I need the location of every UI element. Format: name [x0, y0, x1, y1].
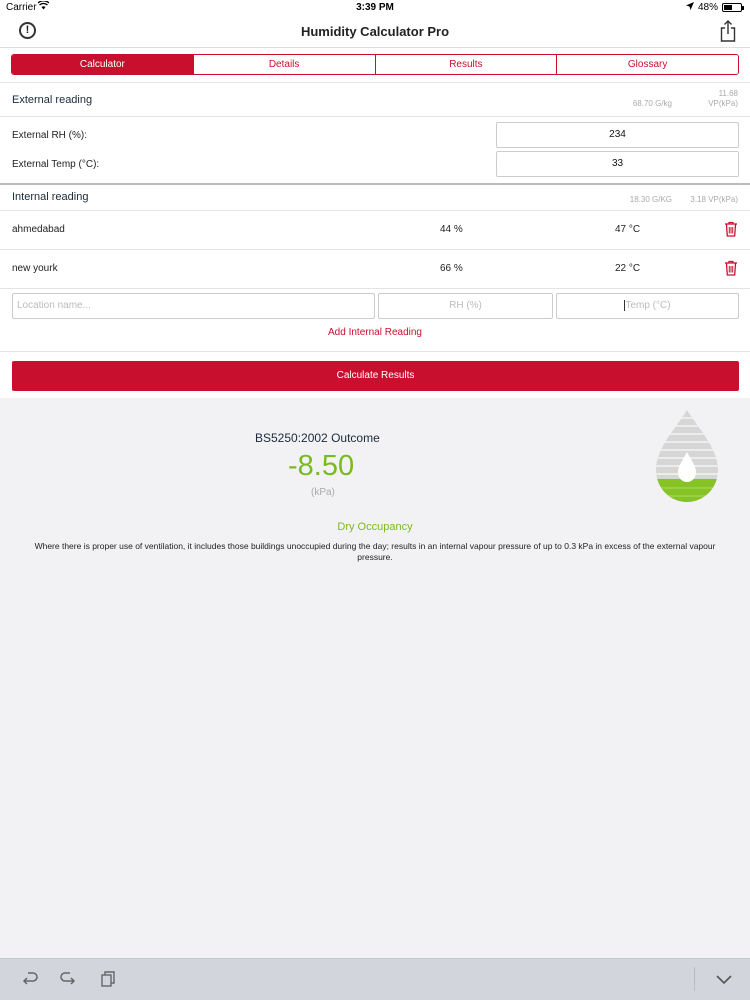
undo-icon[interactable] — [20, 969, 40, 989]
clipboard-icon[interactable] — [98, 969, 118, 989]
location-name-input[interactable]: Location name... — [12, 293, 375, 319]
internal-gkg: 18.30 G/KG — [629, 195, 672, 204]
rh-input[interactable]: RH (%) — [378, 293, 553, 319]
add-internal-reading-link[interactable]: Add Internal Reading — [0, 327, 750, 338]
tab-bar: Calculator Details Results Glossary — [11, 54, 739, 75]
external-rh-input[interactable]: 234 — [496, 122, 739, 148]
toolbar-separator — [694, 967, 695, 991]
occupancy-class: Dry Occupancy — [337, 521, 413, 533]
location-arrow-icon — [685, 2, 694, 13]
temp-placeholder: Temp (°C) — [625, 300, 671, 311]
reading-location: ahmedabad — [12, 224, 65, 235]
internal-reading-row: ahmedabad 44 % 47 °C — [0, 211, 750, 250]
reading-rh: 66 % — [440, 263, 463, 274]
internal-vp: 3.18 VP(kPa) — [690, 195, 738, 204]
reading-rh: 44 % — [440, 224, 463, 235]
app-title: Humidity Calculator Pro — [300, 24, 450, 39]
battery-percent: 48% — [697, 2, 718, 13]
external-temp-input[interactable]: 33 — [496, 151, 739, 177]
reading-temp: 47 °C — [615, 224, 641, 235]
share-icon[interactable] — [720, 20, 736, 42]
reading-location: new yourk — [12, 263, 58, 274]
humidity-drop-icon — [652, 408, 722, 506]
external-temp-label: External Temp (°C): — [12, 159, 100, 170]
external-reading-title: External reading — [12, 94, 93, 106]
keyboard-toolbar — [0, 958, 750, 1000]
reading-temp: 22 °C — [615, 263, 641, 274]
external-vp-value: 11.68 — [718, 89, 738, 98]
battery-icon — [722, 3, 744, 12]
divider — [0, 351, 750, 352]
redo-icon[interactable] — [58, 969, 78, 989]
navigation-bar: ! Humidity Calculator Pro — [0, 16, 750, 48]
status-bar: Carrier 3:39 PM 48% — [0, 0, 750, 16]
outcome-panel: BS5250:2002 Outcome -8.50 (kPa) Dry Occu… — [0, 398, 750, 958]
internal-reading-header: Internal reading 18.30 G/KG 3.18 VP(kPa) — [0, 185, 750, 211]
tab-details[interactable]: Details — [193, 55, 376, 74]
tab-results[interactable]: Results — [375, 55, 558, 74]
calculate-results-button[interactable]: Calculate Results — [12, 361, 739, 391]
external-vp-unit: VP(kPa) — [708, 99, 738, 108]
trash-icon[interactable] — [724, 221, 738, 237]
tab-calculator[interactable]: Calculator — [12, 55, 194, 74]
trash-icon[interactable] — [724, 260, 738, 276]
outcome-unit: (kPa) — [311, 487, 335, 498]
chevron-down-icon[interactable] — [714, 969, 734, 989]
outcome-value: -8.50 — [288, 450, 355, 482]
clock: 3:39 PM — [356, 2, 394, 13]
internal-reading-row: new yourk 66 % 22 °C — [0, 250, 750, 289]
external-rh-label: External RH (%): — [12, 130, 88, 141]
external-reading-header: External reading 68.70 G/kg 11.68 VP(kPa… — [0, 83, 750, 117]
tab-glossary[interactable]: Glossary — [557, 55, 738, 74]
temp-input[interactable]: Temp (°C) — [556, 293, 739, 319]
external-gkg: 68.70 G/kg — [632, 99, 672, 108]
outcome-heading: BS5250:2002 Outcome — [255, 431, 380, 445]
calculator-panel: Calculator Details Results Glossary Exte… — [0, 48, 750, 398]
internal-reading-title: Internal reading — [12, 191, 89, 203]
outcome-description: Where there is proper use of ventilation… — [34, 541, 716, 562]
